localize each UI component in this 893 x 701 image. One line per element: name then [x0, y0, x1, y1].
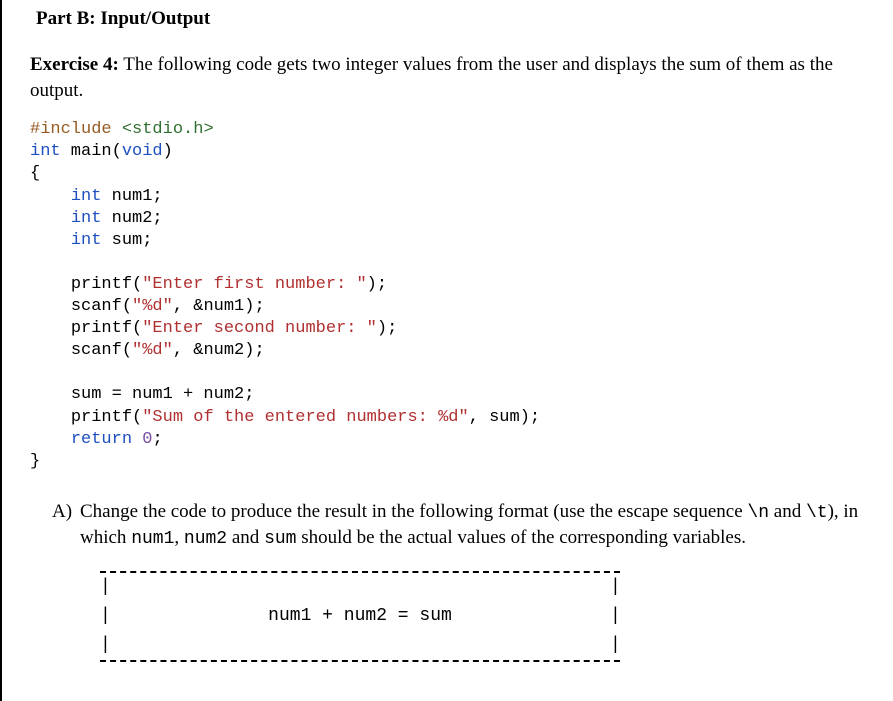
- box-border: |: [610, 573, 620, 602]
- code-token: , &num1);: [173, 297, 265, 316]
- code-token: ;: [152, 430, 162, 449]
- code-token: void: [122, 142, 163, 161]
- exercise-text: The following code gets two integer valu…: [30, 54, 833, 101]
- var-name: num1: [131, 529, 174, 549]
- box-empty: [110, 631, 610, 660]
- box-border: |: [100, 631, 110, 660]
- code-token: printf(: [71, 319, 142, 338]
- code-token: );: [367, 275, 387, 294]
- code-token: <stdio.h>: [112, 120, 214, 139]
- code-token: {: [30, 164, 40, 183]
- box-border: |: [610, 602, 620, 631]
- code-token: , &num2);: [173, 341, 265, 360]
- text: ,: [174, 527, 184, 548]
- sub-question-body: Change the code to produce the result in…: [80, 499, 873, 552]
- code-token: num1;: [101, 187, 162, 206]
- output-row: | |: [100, 631, 620, 660]
- code-token: int: [71, 209, 102, 228]
- code-token: "Sum of the entered numbers: %d": [142, 408, 468, 427]
- code-indent: [30, 187, 71, 206]
- code-token: "Enter first number: ": [142, 275, 366, 294]
- code-indent: [30, 430, 71, 449]
- code-token: int: [71, 187, 102, 206]
- code-token: scanf(: [71, 297, 132, 316]
- code-indent: [30, 297, 71, 316]
- code-token: ): [163, 142, 173, 161]
- code-token: 0: [142, 430, 152, 449]
- code-token: return: [71, 430, 132, 449]
- text: and: [769, 501, 806, 522]
- text: Change the code to produce the result in…: [80, 501, 747, 522]
- escape-seq: \t: [806, 503, 828, 523]
- code-indent: [30, 209, 71, 228]
- code-token: "Enter second number: ": [142, 319, 377, 338]
- box-border: |: [100, 573, 110, 602]
- sub-question-a: A) Change the code to produce the result…: [52, 499, 873, 552]
- text: should be the actual values of the corre…: [296, 527, 746, 548]
- code-token: sum = num1 + num2;: [71, 385, 255, 404]
- code-indent: [30, 385, 71, 404]
- code-token: );: [377, 319, 397, 338]
- code-token: sum;: [101, 231, 152, 250]
- code-token: #include: [30, 120, 112, 139]
- sub-question-marker: A): [52, 499, 80, 552]
- text: and: [227, 527, 264, 548]
- box-formula: num1 + num2 = sum: [110, 602, 610, 631]
- code-indent: [30, 319, 71, 338]
- code-token: "%d": [132, 341, 173, 360]
- code-token: main(: [61, 142, 122, 161]
- box-border: |: [100, 602, 110, 631]
- exercise-label: Exercise 4:: [30, 54, 119, 75]
- section-title: Part B: Input/Output: [36, 8, 873, 30]
- divider: [100, 660, 620, 662]
- code-token: }: [30, 452, 40, 471]
- code-indent: [30, 341, 71, 360]
- code-block: #include <stdio.h> int main(void) { int …: [30, 119, 873, 473]
- var-name: num2: [184, 529, 227, 549]
- output-row: | num1 + num2 = sum |: [100, 602, 620, 631]
- code-indent: [30, 231, 71, 250]
- code-token: scanf(: [71, 341, 132, 360]
- code-indent: [30, 408, 71, 427]
- output-format-box: | | | num1 + num2 = sum | | |: [100, 571, 620, 661]
- code-token: printf(: [71, 408, 142, 427]
- code-token: int: [30, 142, 61, 161]
- code-token: printf(: [71, 275, 142, 294]
- escape-seq: \n: [747, 503, 769, 523]
- box-empty: [110, 573, 610, 602]
- code-token: , sum);: [469, 408, 540, 427]
- var-name: sum: [264, 529, 296, 549]
- code-token: "%d": [132, 297, 173, 316]
- exercise-prompt: Exercise 4: The following code gets two …: [30, 52, 873, 103]
- output-row: | |: [100, 573, 620, 602]
- code-token: int: [71, 231, 102, 250]
- code-indent: [30, 275, 71, 294]
- code-token: num2;: [101, 209, 162, 228]
- box-border: |: [610, 631, 620, 660]
